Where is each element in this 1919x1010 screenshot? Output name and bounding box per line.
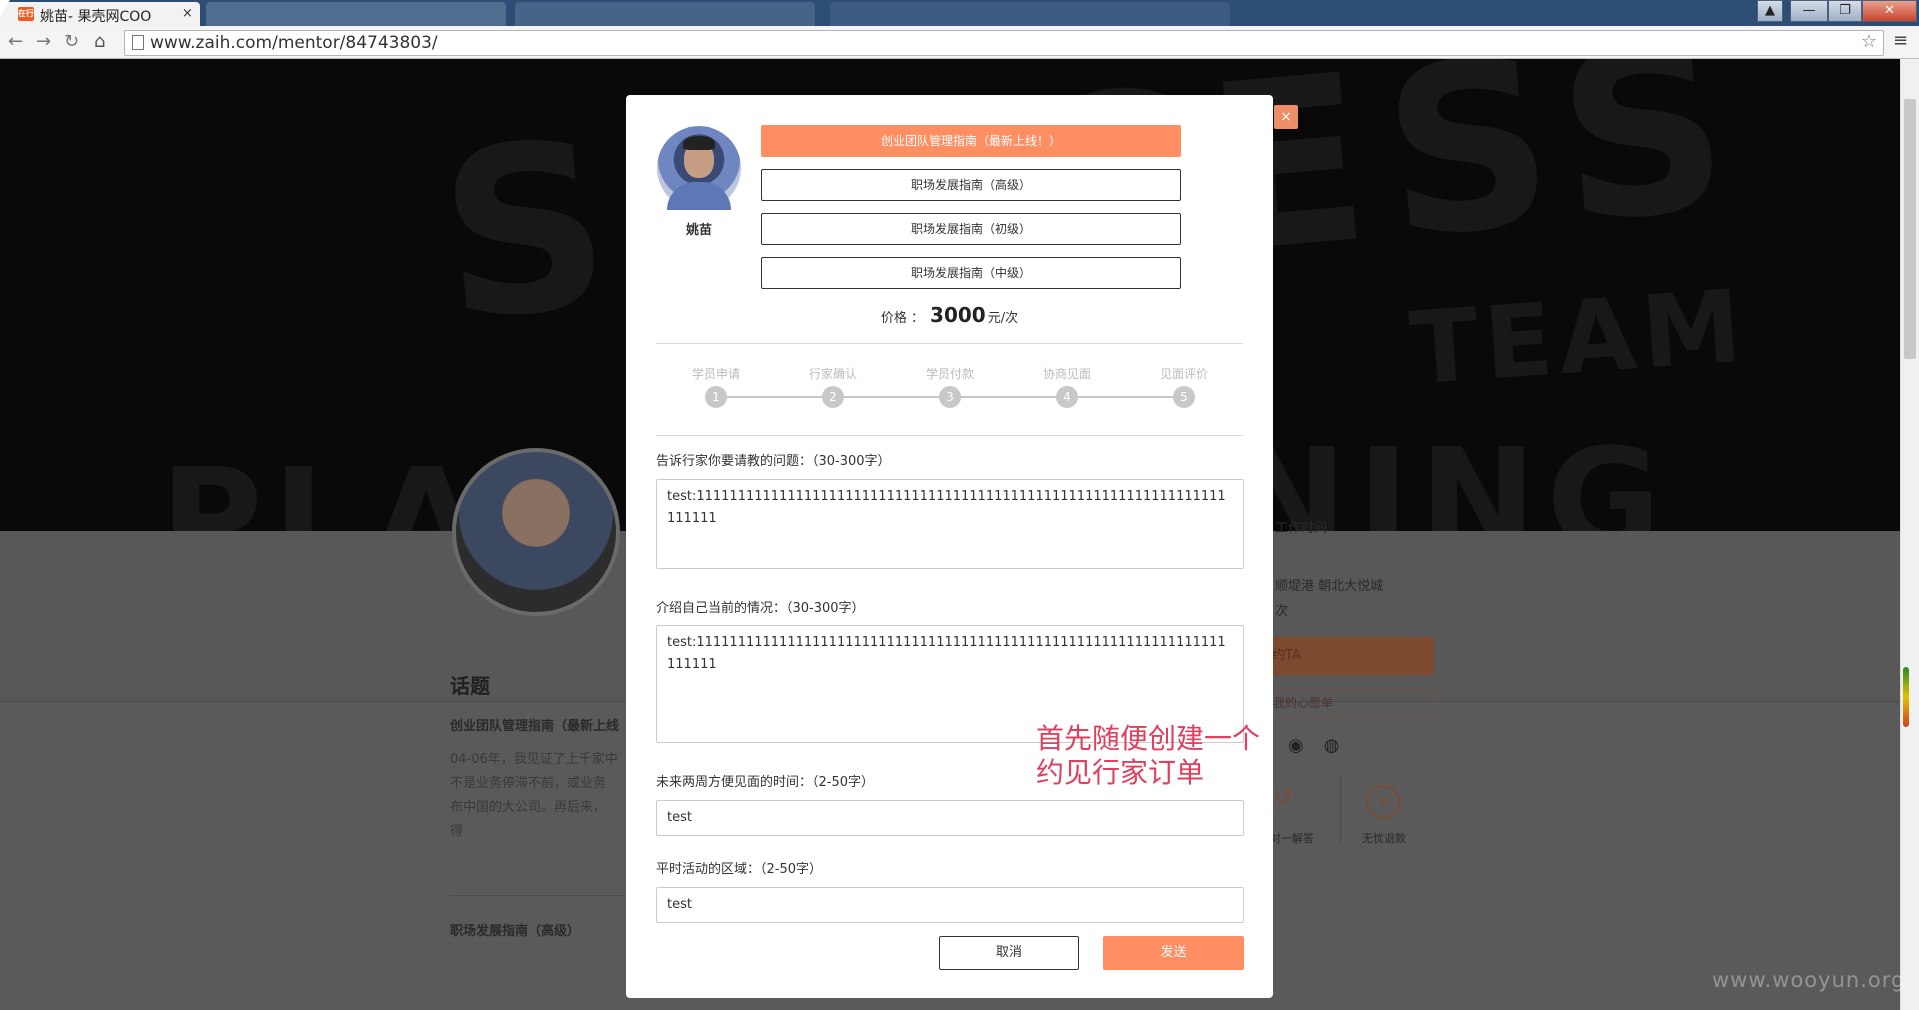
- annotation-line: 约见行家订单: [1036, 756, 1205, 789]
- topic-option-career-advanced[interactable]: 职场发展指南（高级）: [761, 169, 1181, 201]
- price-unit: 元/次: [987, 311, 1019, 326]
- annotation-line: 首先随便创建一个: [1036, 722, 1261, 755]
- tab-inactive[interactable]: [206, 2, 506, 26]
- page-icon: [132, 35, 144, 50]
- booking-modal: 姚苗 创业团队管理指南（最新上线！） 职场发展指南（高级） 职场发展指南（初级）…: [626, 95, 1273, 998]
- info-text: 次: [1275, 604, 1289, 619]
- info-text: 顺堤港 朝北大悦城: [1275, 579, 1384, 594]
- modal-close-icon[interactable]: ×: [1274, 105, 1298, 129]
- price-value: 3000: [930, 303, 986, 327]
- question-textarea[interactable]: test:11111111111111111111111111111111111…: [656, 479, 1244, 569]
- answer-icon: ↺: [1274, 785, 1293, 810]
- site-favicon-icon: 在行: [18, 7, 34, 21]
- divider: [656, 343, 1243, 344]
- send-button[interactable]: 发送: [1103, 936, 1244, 970]
- scrollbar-thumb[interactable]: [1904, 99, 1916, 359]
- back-arrow-icon[interactable]: ←: [8, 31, 23, 52]
- progress-step: 协商见面 4: [1017, 363, 1117, 408]
- reload-icon[interactable]: ↻: [64, 31, 79, 52]
- mentor-name: 姚苗: [685, 223, 712, 238]
- meeting-time-label: 未来两周方便见面的时间：（2-50字）: [656, 775, 875, 790]
- info-text: 工作时间: [1275, 521, 1328, 536]
- meeting-time-input[interactable]: test: [656, 800, 1244, 836]
- topic-description: 得: [450, 824, 464, 839]
- watermark: www.wooyun.org: [1712, 968, 1906, 992]
- wechat-icon[interactable]: ◍: [1324, 735, 1360, 756]
- refund-icon: ¥: [1366, 785, 1400, 819]
- topic-description: 不是业务停滞不前，或业务: [450, 776, 607, 791]
- topic-option-startup-team[interactable]: 创业团队管理指南（最新上线！）: [761, 125, 1181, 157]
- annotation-text: 首先随便创建一个 约见行家订单: [1036, 722, 1260, 790]
- window-close-button[interactable]: ✕: [1862, 0, 1917, 22]
- tab-bar: 在行 姚苗- 果壳网COO × ▲ — ❐ ✕: [0, 0, 1919, 26]
- tab-title: 姚苗- 果壳网COO: [40, 9, 152, 25]
- share-icons[interactable]: ◉◍: [1288, 735, 1359, 756]
- wishlist-button[interactable]: 我的心愿单: [1262, 688, 1434, 718]
- topic-option-career-intermediate[interactable]: 职场发展指南（中级）: [761, 257, 1181, 289]
- forward-arrow-icon[interactable]: →: [36, 31, 51, 52]
- profile-avatar: [452, 448, 620, 616]
- avatar-hair: [683, 136, 715, 150]
- activity-area-label: 平时活动的区域：（2-50字）: [656, 862, 823, 877]
- weibo-icon[interactable]: ◉: [1288, 735, 1324, 756]
- activity-area-input[interactable]: test: [656, 887, 1244, 923]
- price-row: 价格 ： 3000 元/次: [626, 303, 1273, 327]
- cancel-button[interactable]: 取消: [939, 936, 1079, 970]
- feature-label: 对一解答: [1270, 832, 1314, 845]
- url-text[interactable]: www.zaih.com/mentor/84743803/: [150, 33, 438, 53]
- price-label: 价格 ：: [880, 311, 925, 326]
- scroll-indicator: [1903, 667, 1909, 727]
- bookmark-star-icon[interactable]: ☆: [1861, 31, 1877, 52]
- avatar-body: [667, 182, 731, 210]
- progress-step: 行家确认 2: [783, 363, 883, 408]
- divider: [656, 435, 1243, 436]
- tab-inactive[interactable]: [830, 2, 1230, 26]
- divider: [1340, 775, 1341, 845]
- topics-heading: 话题: [450, 674, 490, 698]
- maximize-button[interactable]: ❐: [1828, 0, 1862, 22]
- feature-label: 无忧退款: [1362, 832, 1406, 845]
- step-number: 4: [1056, 386, 1078, 408]
- topic-description: 04-06年，我见证了上千家中: [450, 752, 618, 767]
- mouse-cursor-icon: [0, 0, 10, 16]
- mentor-avatar: [657, 126, 741, 210]
- tab-inactive[interactable]: [515, 2, 815, 26]
- step-label: 学员申请: [691, 367, 740, 381]
- topic-description: 布中国的大公司。再后来，: [450, 800, 607, 815]
- question-label: 告诉行家你要请教的问题：（30-300字）: [656, 454, 891, 469]
- progress-step: 学员申请 1: [666, 363, 766, 408]
- address-bar[interactable]: www.zaih.com/mentor/84743803/ ☆: [124, 30, 1884, 56]
- scrollbar[interactable]: [1900, 59, 1919, 1010]
- step-number: 3: [939, 386, 961, 408]
- minimize-button[interactable]: —: [1790, 0, 1828, 22]
- step-label: 学员付款: [925, 367, 974, 381]
- user-icon[interactable]: ▲: [1757, 0, 1783, 22]
- step-label: 协商见面: [1042, 367, 1091, 381]
- home-icon[interactable]: ⌂: [94, 31, 105, 52]
- progress-step: 见面评价 5: [1134, 363, 1234, 408]
- browser-toolbar: ← → ↻ ⌂ www.zaih.com/mentor/84743803/ ☆ …: [0, 26, 1919, 59]
- step-number: 2: [822, 386, 844, 408]
- step-number: 5: [1173, 386, 1195, 408]
- step-label: 见面评价: [1159, 367, 1208, 381]
- book-button[interactable]: 约TA: [1262, 637, 1434, 675]
- topic-title: 职场发展指南（高级）: [450, 924, 581, 939]
- tab-active[interactable]: 在行 姚苗- 果壳网COO ×: [0, 2, 200, 26]
- progress-step: 学员付款 3: [900, 363, 1000, 408]
- topic-title: 创业团队管理指南（最新上线: [450, 719, 620, 734]
- topic-option-career-beginner[interactable]: 职场发展指南（初级）: [761, 213, 1181, 245]
- tab-close-icon[interactable]: ×: [182, 6, 193, 21]
- step-label: 行家确认: [808, 367, 857, 381]
- step-number: 1: [705, 386, 727, 408]
- intro-label: 介绍自己当前的情况：（30-300字）: [656, 601, 865, 616]
- browser-menu-icon[interactable]: ≡: [1893, 30, 1908, 51]
